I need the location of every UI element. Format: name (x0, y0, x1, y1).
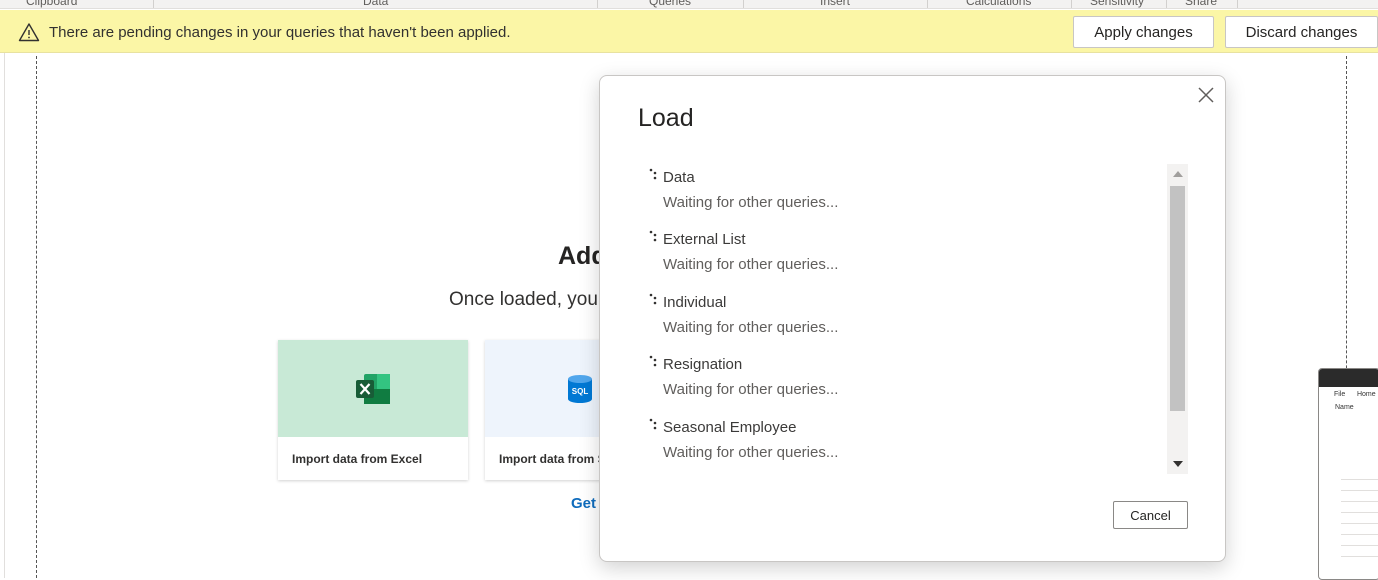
svg-text:SQL: SQL (572, 387, 589, 396)
import-sql-label: Import data from S (499, 452, 606, 466)
ribbon-group-data: Data (363, 0, 389, 8)
excel-icon (356, 373, 390, 404)
cancel-button[interactable]: Cancel (1113, 501, 1188, 529)
thumbnail-row (1341, 534, 1378, 535)
import-excel-card-header (278, 340, 468, 437)
pending-changes-banner: There are pending changes in your querie… (0, 10, 1378, 53)
spinner-icon (649, 355, 657, 367)
thumbnail-row (1341, 479, 1378, 480)
import-sql-card[interactable]: SQL Import data from S (485, 340, 606, 480)
canvas-border (4, 53, 5, 578)
query-status: Waiting for other queries... (663, 194, 839, 211)
thumbnail-row (1341, 556, 1378, 557)
discard-changes-button[interactable]: Discard changes (1225, 16, 1378, 48)
thumbnail-row (1341, 545, 1378, 546)
scroll-up-icon[interactable] (1173, 171, 1183, 177)
ribbon-separator (153, 0, 154, 8)
list-scrollbar[interactable] (1167, 164, 1188, 474)
ribbon-group-calculations: Calculations (966, 0, 1032, 8)
ribbon-separator (743, 0, 744, 8)
ribbon-group-share: Share (1185, 0, 1218, 8)
query-load-list: Data Waiting for other queries... Extern… (638, 164, 1188, 474)
ribbon: Clipboard Data Queries Insert Calculatio… (0, 0, 1378, 9)
thumbnail-row (1341, 523, 1378, 524)
scrollbar-thumb[interactable] (1170, 186, 1185, 411)
thumbnail-name-label: Name (1335, 404, 1354, 411)
ribbon-separator (927, 0, 928, 8)
canvas-boundary-left (36, 56, 37, 578)
import-excel-card[interactable]: Import data from Excel (278, 340, 468, 480)
query-status: Waiting for other queries... (663, 256, 839, 273)
ribbon-group-sensitivity: Sensitivity (1090, 0, 1145, 8)
banner-message: There are pending changes in your querie… (49, 24, 511, 41)
spinner-icon (649, 293, 657, 305)
sql-icon: SQL (568, 374, 592, 403)
spinner-icon (649, 168, 657, 180)
thumbnail-menu: File Home (1334, 391, 1376, 398)
query-status: Waiting for other queries... (663, 444, 839, 461)
thumbnail-row (1341, 501, 1378, 502)
dialog-title: Load (638, 104, 694, 132)
thumbnail-row (1341, 512, 1378, 513)
get-data-link[interactable]: Get (571, 495, 596, 512)
ribbon-group-clipboard: Clipboard (26, 0, 78, 8)
ribbon-separator (1071, 0, 1072, 8)
apply-changes-button[interactable]: Apply changes (1073, 16, 1214, 48)
spinner-icon (649, 230, 657, 242)
ribbon-separator (597, 0, 598, 8)
scroll-down-icon[interactable] (1173, 461, 1183, 467)
query-name: Data (663, 169, 695, 186)
import-excel-label: Import data from Excel (292, 452, 423, 466)
ribbon-group-queries: Queries (649, 0, 692, 8)
query-name: External List (663, 231, 746, 248)
load-dialog: Load Data Waiting for other queries... E… (599, 75, 1226, 562)
query-status: Waiting for other queries... (663, 381, 839, 398)
warning-icon (18, 23, 40, 42)
ribbon-separator (1166, 0, 1167, 8)
excel-thumbnail-preview: File Home Name (1318, 368, 1378, 580)
ribbon-separator (1237, 0, 1238, 8)
thumbnail-titlebar (1319, 369, 1378, 387)
query-name: Individual (663, 294, 727, 311)
import-sql-card-header: SQL (485, 340, 605, 437)
query-name: Resignation (663, 356, 743, 373)
ribbon-group-insert: Insert (820, 0, 851, 8)
spinner-icon (649, 418, 657, 430)
query-status: Waiting for other queries... (663, 319, 839, 336)
close-icon[interactable] (1195, 84, 1217, 106)
thumbnail-row (1341, 490, 1378, 491)
query-name: Seasonal Employee (663, 419, 797, 436)
add-data-subtitle: Once loaded, you (449, 289, 598, 310)
